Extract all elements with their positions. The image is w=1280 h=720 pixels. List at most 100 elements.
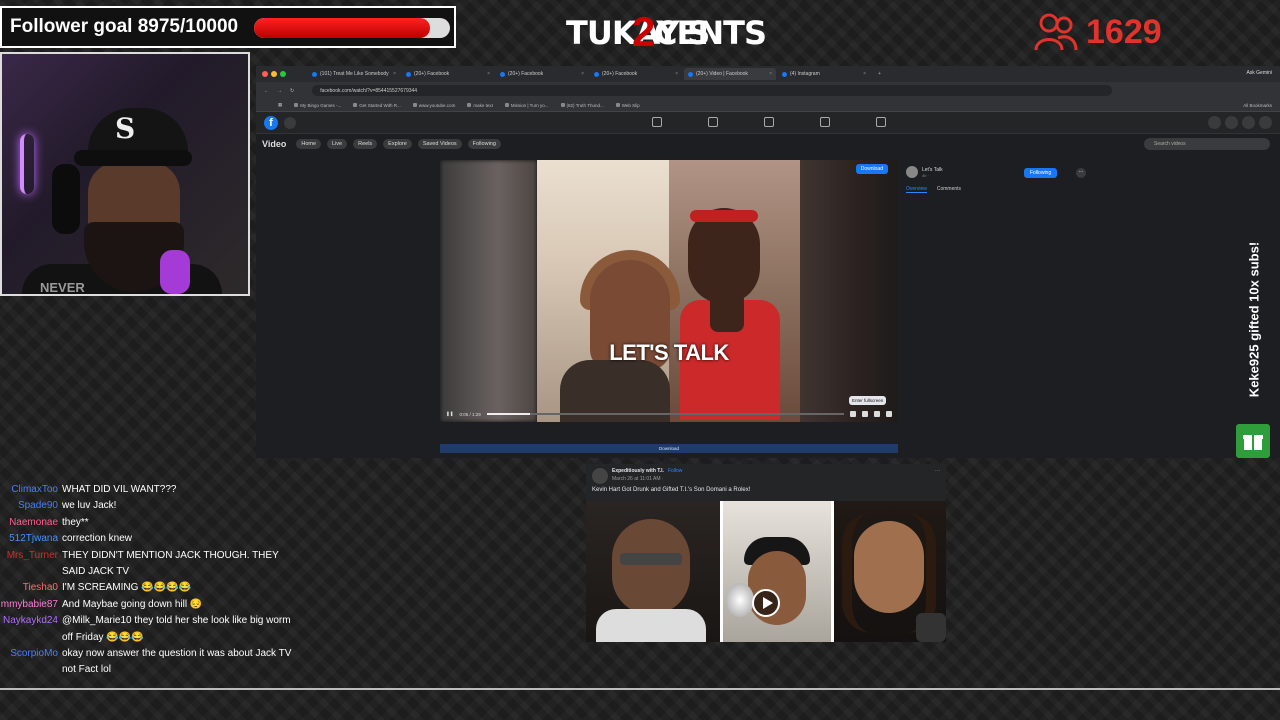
browser-tab[interactable]: (101) Treat Me Like Somebody × <box>308 68 400 80</box>
post-author-avatar[interactable] <box>592 468 608 484</box>
chat-message: ClimaxToo WHAT DID VIL WANT??? <box>0 482 300 498</box>
following-button[interactable]: Following <box>1024 168 1058 178</box>
volume-icon[interactable] <box>886 411 892 417</box>
video-download-button[interactable]: Download <box>855 164 888 174</box>
search-videos-input[interactable]: Search videos <box>1144 138 1270 150</box>
messenger-icon[interactable] <box>1225 116 1238 129</box>
browser-tab[interactable]: (4) Instagram × <box>778 68 870 80</box>
bookmark-item[interactable]: Mission | Turn yo... <box>504 103 549 108</box>
home-icon[interactable] <box>652 117 662 127</box>
apps-icon[interactable]: ▦ <box>278 102 282 108</box>
chat-text: okay now answer the question it was abou… <box>62 648 292 676</box>
thumb-microphone <box>916 613 946 642</box>
tab-close-icon[interactable]: × <box>393 71 396 77</box>
chat-text: they** <box>62 516 89 528</box>
pip-icon[interactable] <box>874 411 880 417</box>
bottom-divider <box>0 688 1280 690</box>
post-video-thumbnail[interactable] <box>586 501 946 642</box>
video-nav-explore[interactable]: Explore <box>383 139 412 149</box>
tab-close-icon[interactable]: × <box>675 71 678 77</box>
url-field[interactable]: facebook.com/watch/?v=854415527679344 <box>312 85 1113 96</box>
minimize-window-button[interactable] <box>271 71 277 77</box>
download-bar[interactable]: Download <box>440 444 898 453</box>
video-icon[interactable] <box>764 117 774 127</box>
video-nav-reels[interactable]: Reels <box>353 139 378 149</box>
post-author[interactable]: Expeditiously with T.I. <box>612 468 664 474</box>
all-bookmarks-button[interactable]: All Bookmarks <box>1243 103 1272 108</box>
chat-username[interactable]: mmybabie87 <box>0 597 62 613</box>
ask-gemini-button[interactable]: Ask Gemini <box>1246 70 1272 76</box>
video-nav: Video Home Live Reels Explore Saved Videos Fo… <box>256 134 1280 154</box>
chat-username[interactable]: Naykaykd24 <box>0 613 62 646</box>
side-tab-overview[interactable]: Overview <box>906 186 927 193</box>
forward-icon[interactable]: → <box>277 88 282 94</box>
bookmark-favicon <box>560 103 565 107</box>
chat-username[interactable]: 512Tjwana <box>0 531 62 547</box>
post-menu-button[interactable]: ··· <box>935 468 940 474</box>
thumb-sunglasses <box>620 553 682 565</box>
chat-text: And Maybae going down hill 😔 <box>62 598 203 610</box>
chat-username[interactable]: Tiesha0 <box>0 580 62 596</box>
back-icon[interactable]: ← <box>264 88 269 94</box>
chat-username[interactable]: Mrs_Turner <box>0 548 62 581</box>
megaphone-icon[interactable] <box>820 117 830 127</box>
settings-icon[interactable] <box>850 411 856 417</box>
video-side-panel: Let's Talk 4h · Following ··· Overview Co… <box>906 166 1096 193</box>
tab-favicon <box>688 71 693 77</box>
browser-tab[interactable]: (20+) Facebook × <box>402 68 494 80</box>
gaming-icon[interactable] <box>876 117 886 127</box>
gift-icon <box>1236 424 1270 458</box>
fullscreen-icon[interactable] <box>862 411 868 417</box>
page-name[interactable]: Let's Talk <box>922 167 943 173</box>
chat-username[interactable]: Naemonae <box>0 515 62 531</box>
bookmark-favicon <box>504 103 509 107</box>
video-nav-following[interactable]: Following <box>467 139 501 149</box>
browser-tab[interactable]: (20+) Facebook × <box>590 68 682 80</box>
video-nav-saved-videos[interactable]: Saved Videos <box>417 139 462 149</box>
headset <box>52 164 80 234</box>
flag-icon[interactable] <box>708 117 718 127</box>
tab-close-icon[interactable]: × <box>581 71 584 77</box>
more-options-button[interactable]: ··· <box>1076 168 1086 178</box>
video-player[interactable]: LET'S TALK Download Enter fullscreen ❚❚ … <box>440 160 898 422</box>
tab-close-icon[interactable]: × <box>863 71 866 77</box>
chat-username[interactable]: ScorpioMo <box>0 646 62 679</box>
new-tab-button[interactable]: + <box>878 71 881 77</box>
browser-tab[interactable]: (20+) Facebook × <box>496 68 588 80</box>
side-tab-comments[interactable]: Comments <box>937 186 961 193</box>
bookmark-item[interactable]: My Bingo Games -... <box>294 103 341 108</box>
bookmark-favicon <box>412 103 417 107</box>
tab-close-icon[interactable]: × <box>769 71 772 77</box>
address-bar-row: ← → ↻ facebook.com/watch/?v=854415527679… <box>256 82 1280 99</box>
reload-icon[interactable]: ↻ <box>290 88 294 94</box>
bookmark-item[interactable]: www.youtube.com <box>412 103 455 108</box>
post-follow-link[interactable]: Follow <box>668 468 682 474</box>
menu-grid-icon[interactable] <box>1208 116 1221 129</box>
video-nav-live[interactable]: Live <box>327 139 348 149</box>
tab-favicon <box>594 71 599 77</box>
bookmark-label: My Bingo Games -... <box>300 102 342 108</box>
search-icon[interactable] <box>284 116 296 129</box>
video-nav-home[interactable]: Home <box>296 139 322 149</box>
profile-avatar[interactable] <box>1259 116 1272 129</box>
notifications-icon[interactable] <box>1242 116 1255 129</box>
bookmark-item[interactable]: (82) Truth Thund... <box>560 103 604 108</box>
video-progress-bar[interactable] <box>486 413 844 415</box>
video-progress-fill <box>486 413 530 415</box>
tab-favicon <box>312 71 317 77</box>
chat-username[interactable]: ClimaxToo <box>0 482 62 498</box>
thumb-person-1 <box>612 519 690 615</box>
chat-username[interactable]: Spade90 <box>0 498 62 514</box>
tab-close-icon[interactable]: × <box>487 71 490 77</box>
close-window-button[interactable] <box>262 71 268 77</box>
chat-message: Naykaykd24 @Milk_Marie10 they told her sh… <box>0 613 300 646</box>
bookmark-item[interactable]: make text <box>467 103 493 108</box>
bookmark-item[interactable]: Web Slip <box>615 103 640 108</box>
page-avatar[interactable] <box>906 166 918 178</box>
facebook-logo[interactable]: f <box>264 115 278 130</box>
play-icon[interactable] <box>752 589 780 617</box>
pause-icon[interactable]: ❚❚ <box>446 411 454 417</box>
bookmark-item[interactable]: Get Started With R... <box>353 103 401 108</box>
maximize-window-button[interactable] <box>280 71 286 77</box>
browser-tab[interactable]: (20+) Video | Facebook × <box>684 68 776 80</box>
